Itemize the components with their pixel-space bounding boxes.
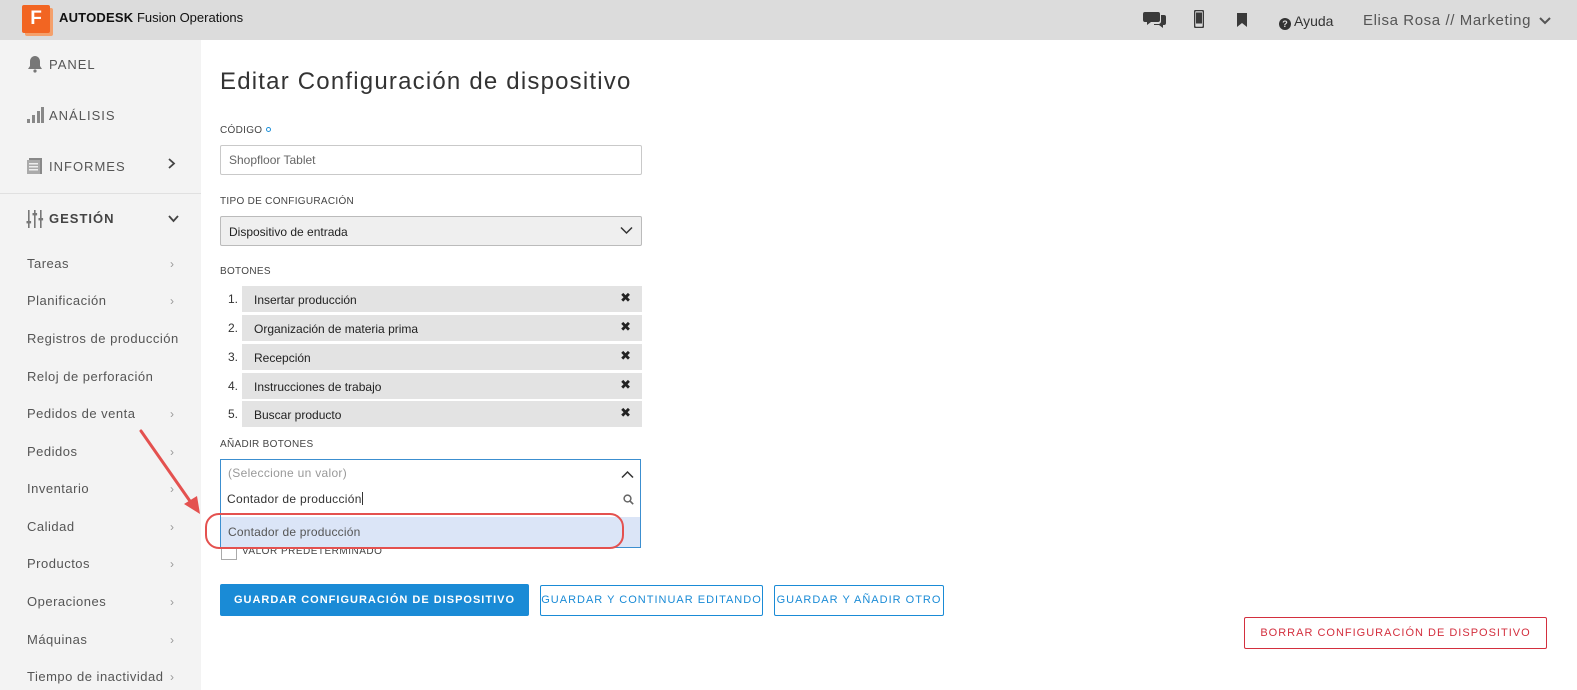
required-indicator-icon — [266, 127, 272, 132]
config-type-select[interactable]: Dispositivo de entrada — [220, 216, 642, 246]
sidebar-item-operaciones[interactable]: Operaciones — [27, 594, 106, 609]
fusion-logo-icon[interactable]: F — [22, 5, 50, 33]
search-value: Contador de producción — [227, 492, 362, 506]
sidebar-item-label: ANÁLISIS — [49, 108, 116, 123]
chevron-right-icon: › — [170, 557, 174, 571]
brand-name: AUTODESK Fusion Operations — [59, 10, 243, 25]
save-continue-button[interactable]: GUARDAR Y CONTINUAR EDITANDO — [540, 585, 763, 616]
sidebar-item-registros[interactable]: Registros de producción — [27, 331, 179, 346]
sidebar-item-tareas[interactable]: Tareas — [27, 256, 69, 271]
sidebar-item-productos[interactable]: Productos — [27, 556, 90, 571]
chevron-right-icon: › — [170, 595, 174, 609]
chevron-right-icon: › — [170, 520, 174, 534]
help-link[interactable]: ? Ayuda — [1279, 13, 1333, 30]
search-icon — [623, 492, 634, 510]
chevron-down-icon — [620, 224, 633, 238]
chevron-down-icon — [168, 211, 179, 226]
item-number: 1. — [228, 292, 239, 306]
report-icon — [26, 157, 44, 175]
mobile-icon[interactable] — [1193, 9, 1205, 33]
button-item-label: Instrucciones de trabajo — [254, 380, 382, 394]
chevron-right-icon: › — [170, 257, 174, 271]
user-menu[interactable]: Elisa Rosa // Marketing — [1363, 12, 1551, 29]
save-add-another-button[interactable]: GUARDAR Y AÑADIR OTRO — [774, 585, 944, 616]
button-list-item: 5. Buscar producto ✖ — [220, 401, 642, 427]
sidebar-item-label: GESTIÓN — [49, 211, 115, 226]
sidebar-item-calidad[interactable]: Calidad — [27, 519, 75, 534]
bell-icon — [26, 55, 44, 73]
sidebar-item-pedidos-venta[interactable]: Pedidos de venta — [27, 406, 135, 421]
chevron-right-icon: › — [170, 633, 174, 647]
sidebar-item-analisis[interactable]: ANÁLISIS — [0, 91, 201, 142]
item-number: 4. — [228, 379, 239, 393]
default-value-label: VALOR PREDETERMINADO — [242, 548, 383, 557]
sidebar-item-reloj[interactable]: Reloj de perforación — [27, 369, 153, 384]
top-bar: F AUTODESK Fusion Operations ? Ayuda Elis… — [0, 0, 1577, 40]
remove-icon[interactable]: ✖ — [620, 319, 631, 335]
brand-bold: AUTODESK — [59, 10, 134, 25]
dropdown-search-input[interactable]: Contador de producción — [222, 487, 639, 513]
sidebar-item-inventario[interactable]: Inventario — [27, 481, 89, 496]
chevron-right-icon: › — [170, 407, 174, 421]
chevron-right-icon: › — [170, 294, 174, 308]
page-title: Editar Configuración de dispositivo — [220, 68, 632, 95]
button-item-label: Buscar producto — [254, 408, 342, 422]
user-label: Elisa Rosa // Marketing — [1363, 12, 1532, 29]
button-item-cell[interactable]: Organización de materia prima ✖ — [242, 315, 642, 341]
chevron-down-icon — [1539, 12, 1551, 29]
config-type-label: TIPO DE CONFIGURACIÓN — [220, 196, 355, 207]
item-number: 2. — [228, 321, 239, 335]
sidebar-item-gestion[interactable]: GESTIÓN — [0, 194, 201, 245]
annotation-highlight — [205, 513, 624, 549]
buttons-label: BOTONES — [220, 266, 271, 277]
button-list-item: 2. Organización de materia prima ✖ — [220, 315, 642, 341]
bookmark-icon[interactable] — [1237, 13, 1247, 32]
help-label: Ayuda — [1294, 13, 1334, 29]
sidebar-item-pedidos[interactable]: Pedidos — [27, 444, 77, 459]
sidebar-item-tiempo-inactividad[interactable]: Tiempo de inactividad — [27, 669, 163, 684]
code-input[interactable]: Shopfloor Tablet — [220, 145, 642, 175]
chevron-right-icon — [168, 157, 176, 172]
chevron-right-icon: › — [170, 670, 174, 684]
delete-config-button[interactable]: BORRAR CONFIGURACIÓN DE DISPOSITIVO — [1244, 617, 1547, 649]
sidebar-item-informes[interactable]: INFORMES — [0, 142, 201, 193]
button-item-label: Insertar producción — [254, 293, 357, 307]
button-item-cell[interactable]: Buscar producto ✖ — [242, 401, 642, 427]
item-number: 3. — [228, 350, 239, 364]
remove-icon[interactable]: ✖ — [620, 405, 631, 421]
brand-product: Fusion Operations — [136, 10, 244, 25]
sidebar: PANEL ANÁLISIS INFORMES GESTIÓN Tareas ›… — [0, 40, 201, 690]
code-label: CÓDIGO — [220, 125, 272, 136]
chevron-up-icon[interactable] — [621, 466, 634, 484]
button-list-item: 4. Instrucciones de trabajo ✖ — [220, 373, 642, 399]
dropdown-placeholder: (Seleccione un valor) — [228, 466, 348, 480]
button-list-item: 3. Recepción ✖ — [220, 344, 642, 370]
remove-icon[interactable]: ✖ — [620, 290, 631, 306]
button-item-cell[interactable]: Insertar producción ✖ — [242, 286, 642, 312]
sidebar-item-maquinas[interactable]: Máquinas — [27, 632, 87, 647]
sidebar-item-label: INFORMES — [49, 159, 126, 174]
add-buttons-label: AÑADIR BOTONES — [220, 439, 314, 450]
annotation-arrow-icon — [139, 429, 200, 514]
button-item-cell[interactable]: Instrucciones de trabajo ✖ — [242, 373, 642, 399]
chat-icon[interactable] — [1143, 9, 1167, 34]
button-item-label: Organización de materia prima — [254, 322, 419, 336]
text-caret — [361, 492, 363, 505]
button-item-label: Recepción — [254, 351, 311, 365]
sidebar-item-planificacion[interactable]: Planificación — [27, 293, 107, 308]
code-label-text: CÓDIGO — [220, 125, 263, 136]
sliders-icon — [26, 209, 44, 228]
remove-icon[interactable]: ✖ — [620, 377, 631, 393]
bar-chart-icon — [26, 106, 44, 124]
item-number: 5. — [228, 407, 239, 421]
remove-icon[interactable]: ✖ — [620, 348, 631, 364]
button-list-item: 1. Insertar producción ✖ — [220, 286, 642, 312]
sidebar-item-panel[interactable]: PANEL — [0, 40, 201, 91]
sidebar-item-label: PANEL — [49, 57, 96, 72]
button-item-cell[interactable]: Recepción ✖ — [242, 344, 642, 370]
help-icon: ? — [1279, 18, 1291, 30]
save-config-button[interactable]: GUARDAR CONFIGURACIÓN DE DISPOSITIVO — [220, 584, 529, 616]
config-type-value: Dispositivo de entrada — [229, 225, 348, 239]
